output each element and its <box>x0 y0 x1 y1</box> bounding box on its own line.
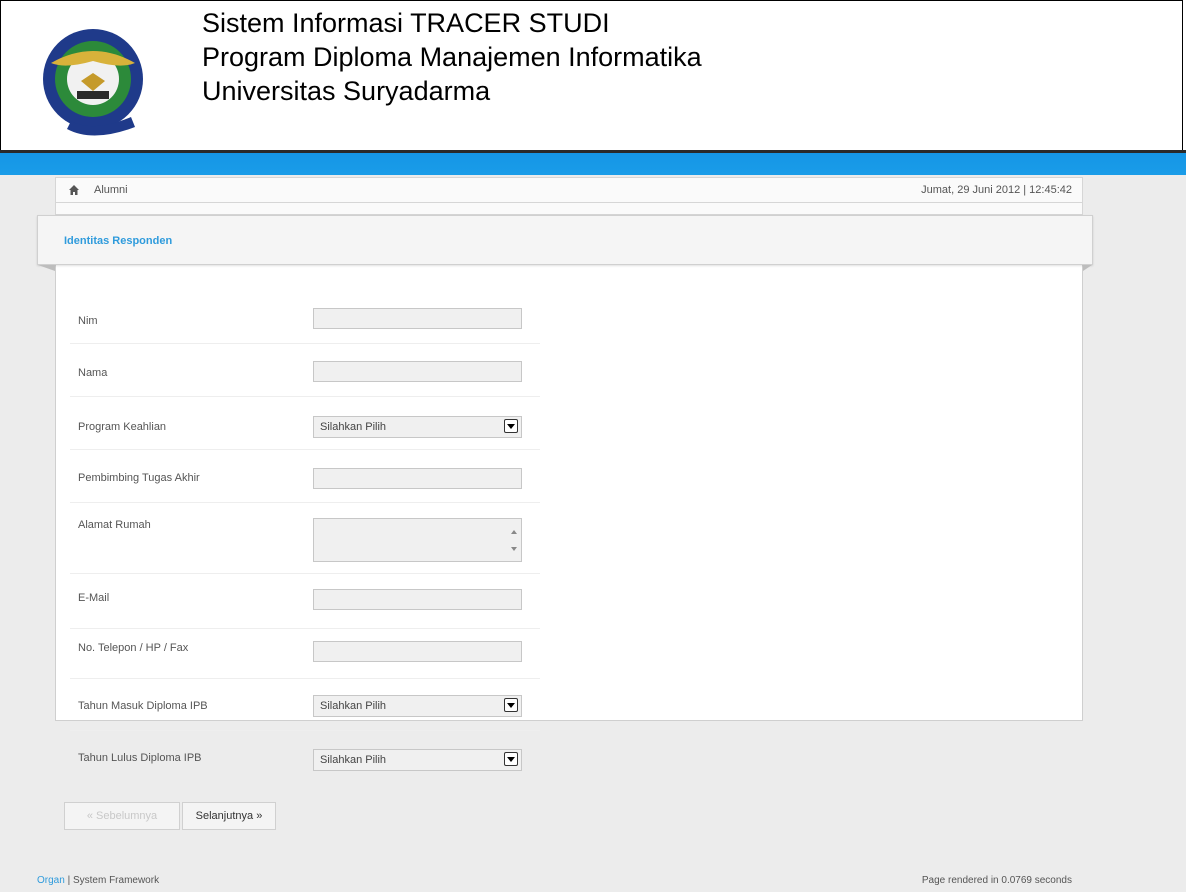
breadcrumb-divider <box>55 203 1083 215</box>
nim-label: Nim <box>78 315 98 327</box>
tahun-lulus-value: Silahkan Pilih <box>320 754 387 766</box>
program-keahlian-select[interactable]: Silahkan Pilih <box>313 416 522 438</box>
telepon-input[interactable] <box>313 641 522 662</box>
nama-label: Nama <box>78 367 108 379</box>
breadcrumb-item-alumni[interactable]: Alumni <box>94 184 128 196</box>
chevron-down-icon[interactable] <box>504 752 518 766</box>
form-row-email: E-Mail <box>70 578 540 629</box>
form-row-tahun-lulus: Tahun Lulus Diploma IPB Silahkan Pilih <box>70 734 540 782</box>
footer-credit: Organ | System Framework <box>37 875 159 886</box>
footer-link[interactable]: Organ <box>37 875 65 886</box>
form-row-nim: Nim <box>70 297 540 344</box>
panel-title: Identitas Responden <box>64 235 173 247</box>
datetime-display: Jumat, 29 Juni 2012 | 12:45:42 <box>921 184 1072 196</box>
tahun-masuk-label: Tahun Masuk Diploma IPB <box>78 700 208 712</box>
breadcrumb: Alumni Jumat, 29 Juni 2012 | 12:45:42 <box>55 177 1083 203</box>
email-label: E-Mail <box>78 592 110 604</box>
header-bar <box>0 150 1186 175</box>
form-row-tahun-masuk: Tahun Masuk Diploma IPB Silahkan Pilih <box>70 680 540 731</box>
tahun-masuk-select[interactable]: Silahkan Pilih <box>313 695 522 717</box>
render-time: Page rendered in 0.0769 seconds <box>921 875 1072 886</box>
tahun-masuk-value: Silahkan Pilih <box>320 700 387 712</box>
scroll-up-icon[interactable] <box>511 530 517 534</box>
email-field[interactable] <box>313 589 522 610</box>
form-row-program-keahlian: Program Keahlian Silahkan Pilih <box>70 401 540 450</box>
form-row-telepon: No. Telepon / HP / Fax <box>70 628 540 679</box>
nim-input[interactable] <box>313 308 522 329</box>
form-row-alamat: Alamat Rumah <box>70 505 540 574</box>
footer-text: | System Framework <box>64 875 160 886</box>
site-header: Sistem Informasi TRACER STUDI Program Di… <box>0 0 1183 150</box>
home-icon[interactable] <box>68 184 80 196</box>
program-keahlian-label: Program Keahlian <box>78 421 167 433</box>
alamat-label: Alamat Rumah <box>78 519 151 531</box>
nama-input[interactable] <box>313 361 522 382</box>
telepon-label: No. Telepon / HP / Fax <box>78 642 189 654</box>
university-logo <box>43 29 143 136</box>
form-row-nama: Nama <box>70 350 540 397</box>
chevron-down-icon[interactable] <box>504 419 518 433</box>
chevron-down-icon[interactable] <box>504 698 518 712</box>
site-title-line3: Universitas Suryadarma <box>202 76 491 106</box>
site-title-line1: Sistem Informasi TRACER STUDI <box>202 8 610 38</box>
pembimbing-label: Pembimbing Tugas Akhir <box>78 472 200 484</box>
panel-header: Identitas Responden <box>37 215 1093 271</box>
program-keahlian-value: Silahkan Pilih <box>320 421 387 433</box>
pembimbing-input[interactable] <box>313 468 522 489</box>
tahun-lulus-label: Tahun Lulus Diploma IPB <box>78 752 202 764</box>
form-row-pembimbing: Pembimbing Tugas Akhir <box>70 452 540 503</box>
alamat-textarea[interactable] <box>313 518 522 562</box>
next-button[interactable]: Selanjutnya » <box>182 802 276 830</box>
site-titles: Sistem Informasi TRACER STUDI Program Di… <box>202 6 702 108</box>
scroll-down-icon[interactable] <box>511 547 517 551</box>
previous-button[interactable]: « Sebelumnya <box>64 802 180 830</box>
site-title-line2: Program Diploma Manajemen Informatika <box>202 42 702 72</box>
tahun-lulus-select[interactable]: Silahkan Pilih <box>313 749 522 771</box>
